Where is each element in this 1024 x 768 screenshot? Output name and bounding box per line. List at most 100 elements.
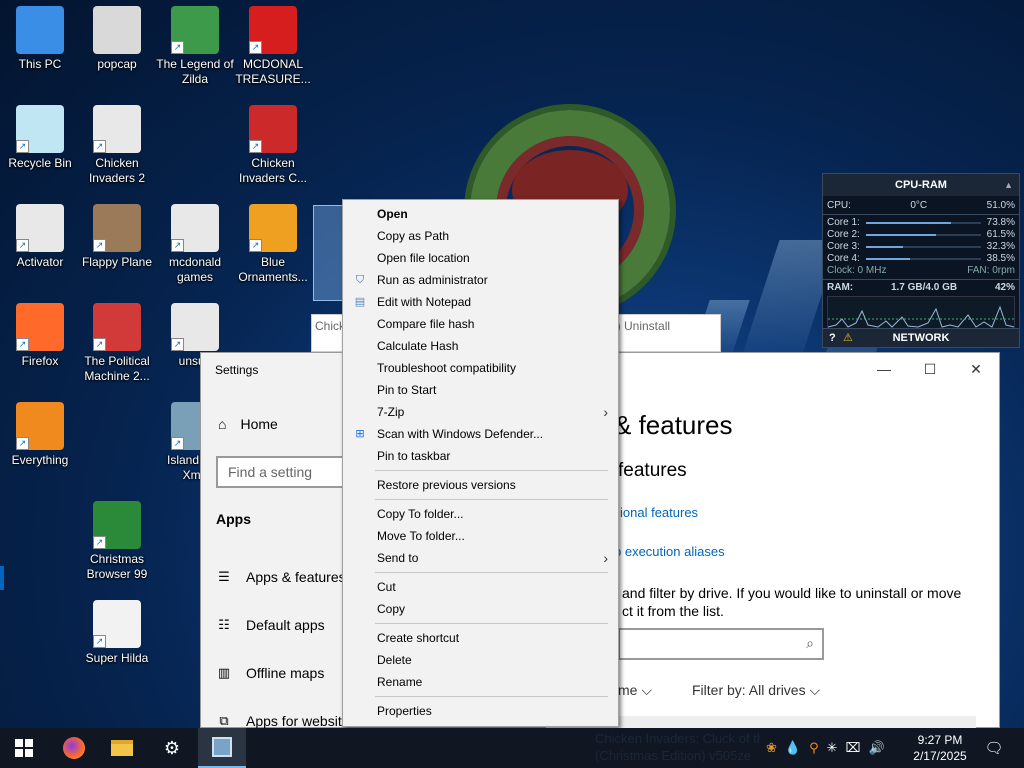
notification-center-button[interactable]: 🗨: [974, 728, 1014, 768]
mcdonalds-icon: ↗: [249, 6, 297, 54]
nav-apps-features[interactable]: ☰ Apps & features: [216, 569, 346, 585]
shortcut-arrow-icon: ↗: [93, 140, 106, 153]
minimize-button[interactable]: —: [861, 353, 907, 385]
shortcut-arrow-icon: ↗: [171, 41, 184, 54]
app-list-search-input[interactable]: ⌕: [618, 628, 824, 660]
menu-item-troubleshoot-compatibility[interactable]: Troubleshoot compatibility: [343, 357, 618, 379]
menu-item-open[interactable]: Open: [343, 203, 618, 225]
nav-offline-maps[interactable]: ▥ Offline maps: [216, 665, 325, 681]
menu-item-create-shortcut[interactable]: Create shortcut: [343, 627, 618, 649]
maximize-button[interactable]: ☐: [907, 353, 953, 385]
desktop-icon-label: popcap: [97, 57, 137, 71]
help-icon[interactable]: ?: [829, 329, 836, 347]
menu-item-open-file-location[interactable]: Open file location: [343, 247, 618, 269]
nav-label: Apps & features: [246, 569, 346, 585]
desktop-icon[interactable]: ↗ Chicken Invaders C...: [233, 105, 313, 186]
warning-icon: ⚠: [843, 332, 853, 344]
menu-item-restore-previous-versions[interactable]: Restore previous versions: [343, 474, 618, 496]
desktop-icon-label: Christmas Browser 99: [86, 552, 148, 581]
shortcut-arrow-icon: ↗: [171, 239, 184, 252]
firefox-taskbar-button[interactable]: [50, 728, 98, 768]
chicken-icon: ↗: [93, 105, 141, 153]
desktop-icon[interactable]: ↗ Chicken Invaders 2: [77, 105, 157, 186]
volume-icon[interactable]: 🔊: [869, 740, 885, 756]
uninstall-window-title: n) Uninstall: [610, 319, 671, 333]
tray-search-icon[interactable]: ⚲: [809, 740, 819, 756]
defender-icon: ⊞: [355, 428, 365, 440]
desktop-icon[interactable]: ↗ Super Hilda: [77, 600, 157, 666]
app-taskbar-button[interactable]: [198, 728, 246, 768]
menu-item-label: Copy: [377, 602, 406, 616]
folder-icon: [93, 6, 141, 54]
menu-item-label: Properties: [377, 704, 432, 718]
desktop-icon[interactable]: ↗ Everything: [0, 402, 80, 468]
menu-item-edit-with-notepad[interactable]: ▤ Edit with Notepad: [343, 291, 618, 313]
menu-item-rename[interactable]: Rename: [343, 671, 618, 693]
desktop-icon[interactable]: popcap: [77, 6, 157, 72]
desktop-icon[interactable]: This PC: [0, 6, 80, 72]
collapse-icon[interactable]: ▲: [1004, 174, 1013, 196]
menu-item-scan-with-windows-defender[interactable]: ⊞ Scan with Windows Defender...: [343, 423, 618, 445]
tray-app-icon[interactable]: ❀: [766, 740, 777, 756]
menu-separator: [375, 499, 608, 500]
core-row: Core 4: 38.5%: [823, 253, 1019, 265]
chevron-down-icon: ⌵: [809, 682, 821, 698]
desktop-icon-label: Super Hilda: [85, 651, 149, 665]
menu-item-compare-file-hash[interactable]: Compare file hash: [343, 313, 618, 335]
settings-taskbar-button[interactable]: ⚙: [148, 728, 196, 768]
desktop-icon[interactable]: ↗ mcdonald games: [155, 204, 235, 285]
menu-item-cut[interactable]: Cut: [343, 576, 618, 598]
core-value: 38.5%: [986, 253, 1015, 264]
default-apps-icon: ☷: [218, 617, 230, 632]
menu-item-label: Scan with Windows Defender...: [377, 427, 544, 441]
menu-item-copy-as-path[interactable]: Copy as Path: [343, 225, 618, 247]
start-button[interactable]: [0, 728, 48, 768]
menu-item-calculate-hash[interactable]: Calculate Hash: [343, 335, 618, 357]
menu-item-pin-to-taskbar[interactable]: Pin to taskbar: [343, 445, 618, 467]
desktop-icon[interactable]: ↗ Blue Ornaments...: [233, 204, 313, 285]
menu-item-pin-to-start[interactable]: Pin to Start: [343, 379, 618, 401]
shortcut-arrow-icon: ↗: [249, 239, 262, 252]
nav-default-apps[interactable]: ☷ Default apps: [216, 617, 324, 633]
close-button[interactable]: ✕: [953, 353, 999, 385]
menu-item-move-to-folder[interactable]: Move To folder...: [343, 525, 618, 547]
window-title: Settings: [215, 363, 259, 377]
ram-used: 1.7 GB/4.0 GB: [890, 282, 958, 293]
menu-item-label: Pin to taskbar: [377, 449, 451, 463]
desktop-icon[interactable]: ↗ The Legend of Zilda: [155, 6, 235, 87]
file-explorer-taskbar-button[interactable]: [98, 728, 146, 768]
menu-item-properties[interactable]: Properties: [343, 700, 618, 722]
tray-drop-icon[interactable]: 💧: [785, 740, 801, 756]
fan-readout: FAN: 0rpm: [967, 265, 1015, 276]
desktop-icon[interactable]: ↗ Activator: [0, 204, 80, 270]
desktop-icon[interactable]: ↗ Recycle Bin: [0, 105, 80, 171]
menu-item-label: Move To folder...: [377, 529, 465, 543]
nav-apps-for-websites[interactable]: ⧉ Apps for websit: [216, 713, 341, 729]
tray-brightness-icon[interactable]: ✳: [827, 740, 838, 756]
desktop-icon[interactable]: ↗ Christmas Browser 99: [77, 501, 157, 582]
menu-item-delete[interactable]: Delete: [343, 649, 618, 671]
nav-label: Offline maps: [246, 665, 325, 681]
menu-item-7-zip[interactable]: 7-Zip ›: [343, 401, 618, 423]
core-row: Core 3: 32.3%: [823, 241, 1019, 253]
page-title: & features: [614, 410, 733, 440]
menu-item-send-to[interactable]: Send to ›: [343, 547, 618, 569]
execution-aliases-link[interactable]: p execution aliases: [614, 544, 725, 559]
menu-item-run-as-administrator[interactable]: ⛉ Run as administrator: [343, 269, 618, 291]
installer-icon: [212, 737, 232, 757]
firefox-icon: [63, 737, 85, 759]
taskbar-clock[interactable]: 9:27 PM 2/17/2025: [905, 732, 975, 764]
desktop-icon[interactable]: ↗ MCDONAL TREASURE...: [233, 6, 313, 87]
menu-item-label: Rename: [377, 675, 423, 689]
menu-item-copy[interactable]: Copy: [343, 598, 618, 620]
desktop-icon[interactable]: ↗ Firefox: [0, 303, 80, 369]
optional-features-link[interactable]: ional features: [620, 505, 698, 520]
network-icon[interactable]: ⌧: [846, 740, 861, 756]
menu-item-copy-to-folder[interactable]: Copy To folder...: [343, 503, 618, 525]
nav-home[interactable]: ⌂ Home: [218, 416, 278, 432]
sort-dropdown[interactable]: me ⌵: [618, 682, 652, 699]
desktop-icon[interactable]: ↗ Flappy Plane: [77, 204, 157, 270]
folder-icon: [111, 740, 133, 756]
desktop-icon[interactable]: ↗ The Political Machine 2...: [77, 303, 157, 384]
filter-dropdown[interactable]: Filter by: All drives ⌵: [692, 682, 820, 699]
